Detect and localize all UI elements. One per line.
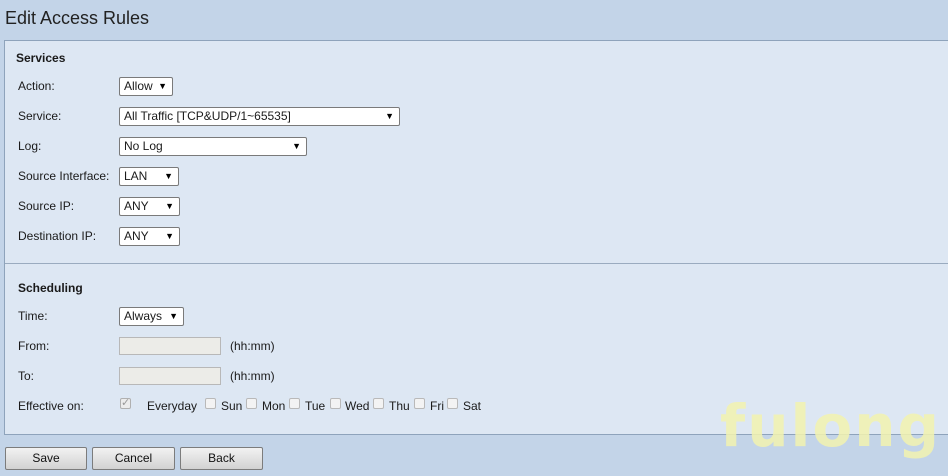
time-select-value: Always [124, 309, 163, 323]
back-button[interactable]: Back [180, 447, 263, 470]
dropdown-arrow-icon: ▼ [158, 81, 167, 91]
dropdown-arrow-icon: ▼ [164, 171, 173, 181]
to-time-input[interactable] [119, 367, 221, 385]
dropdown-arrow-icon: ▼ [292, 141, 301, 151]
tue-label: Tue [305, 399, 326, 413]
dropdown-arrow-icon: ▼ [169, 311, 178, 321]
cancel-button[interactable]: Cancel [92, 447, 175, 470]
services-heading: Services [16, 51, 66, 65]
to-format-hint: (hh:mm) [230, 369, 275, 383]
source-ip-label: Source IP: [18, 199, 75, 213]
mon-checkbox[interactable] [246, 398, 257, 409]
time-label: Time: [18, 309, 48, 323]
action-select-value: Allow [124, 79, 153, 93]
time-select[interactable]: Always ▼ [119, 307, 184, 326]
wed-checkbox[interactable] [330, 398, 341, 409]
source-interface-label: Source Interface: [18, 169, 110, 183]
fri-checkbox[interactable] [414, 398, 425, 409]
dropdown-arrow-icon: ▼ [165, 201, 174, 211]
from-label: From: [18, 339, 50, 353]
mon-label: Mon [262, 399, 286, 413]
save-button[interactable]: Save [5, 447, 87, 470]
log-select-value: No Log [124, 139, 163, 153]
log-select[interactable]: No Log ▼ [119, 137, 307, 156]
thu-checkbox[interactable] [373, 398, 384, 409]
fri-label: Fri [430, 399, 444, 413]
wed-label: Wed [345, 399, 370, 413]
action-select[interactable]: Allow ▼ [119, 77, 173, 96]
sat-label: Sat [463, 399, 482, 413]
thu-label: Thu [389, 399, 410, 413]
effective-on-label: Effective on: [18, 399, 84, 413]
destination-ip-label: Destination IP: [18, 229, 97, 243]
to-label: To: [18, 369, 35, 383]
from-format-hint: (hh:mm) [230, 339, 275, 353]
watermark-logo: fulong [720, 392, 942, 460]
service-select[interactable]: All Traffic [TCP&UDP/1~65535] ▼ [119, 107, 400, 126]
tue-checkbox[interactable] [289, 398, 300, 409]
from-time-input[interactable] [119, 337, 221, 355]
source-ip-select-value: ANY [124, 199, 149, 213]
scheduling-heading: Scheduling [18, 281, 83, 295]
action-label: Action: [18, 79, 55, 93]
section-divider [5, 263, 948, 264]
everyday-label: Everyday [147, 399, 198, 413]
source-ip-select[interactable]: ANY ▼ [119, 197, 180, 216]
dropdown-arrow-icon: ▼ [385, 111, 394, 121]
dropdown-arrow-icon: ▼ [165, 231, 174, 241]
service-select-value: All Traffic [TCP&UDP/1~65535] [124, 109, 291, 123]
sun-checkbox[interactable] [205, 398, 216, 409]
source-interface-select[interactable]: LAN ▼ [119, 167, 179, 186]
everyday-checkbox[interactable] [120, 396, 131, 409]
service-label: Service: [18, 109, 62, 123]
destination-ip-select[interactable]: ANY ▼ [119, 227, 180, 246]
page-title: Edit Access Rules [5, 8, 150, 28]
access-rule-form: Services Action: Allow ▼ Service: All Tr… [4, 40, 948, 435]
source-interface-select-value: LAN [124, 169, 148, 183]
log-label: Log: [18, 139, 42, 153]
sun-label: Sun [221, 399, 243, 413]
sat-checkbox[interactable] [447, 398, 458, 409]
destination-ip-select-value: ANY [124, 229, 149, 243]
